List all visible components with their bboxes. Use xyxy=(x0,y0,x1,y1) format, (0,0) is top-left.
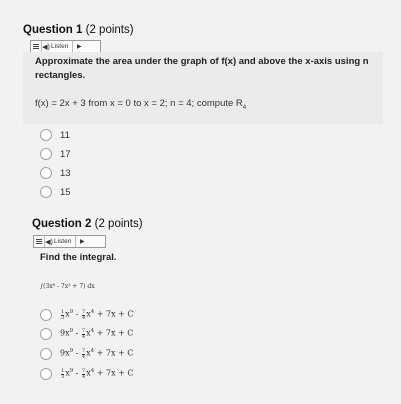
radio-button[interactable] xyxy=(40,167,52,179)
radio-button[interactable] xyxy=(40,368,52,380)
fraction: 13 xyxy=(61,367,65,380)
question-1-title: Question 1 (2 points) xyxy=(23,24,134,36)
fraction: 13 xyxy=(61,308,65,321)
answer-expression: 9x9 - 7 4 x4 + 7x + C xyxy=(60,327,134,340)
fraction: 74 xyxy=(81,327,86,340)
menu-icon[interactable] xyxy=(34,236,45,247)
play-icon[interactable]: ▶ xyxy=(72,41,85,52)
answer-expression: 9x9 - 7 4 x4 + 7x + C xyxy=(60,347,134,360)
listen-button-q2[interactable]: ◀) Listen ▶ xyxy=(33,235,106,248)
radio-button[interactable] xyxy=(40,186,52,198)
q2-option[interactable]: 9x9 - 7 4 x4 + 7x + C xyxy=(40,328,133,340)
radio-button[interactable] xyxy=(40,148,52,160)
fraction: 74 xyxy=(82,308,86,321)
question-1-prompt: Approximate the area under the graph of … xyxy=(35,56,369,81)
radio-button[interactable] xyxy=(40,309,52,321)
answer-expression: 1 3 x9 - 7 4 x4 + 7x + C xyxy=(61,367,134,380)
q2-option[interactable]: 9x9 - 7 4 x4 + 7x + C xyxy=(40,348,133,360)
q2-option[interactable]: 1 3 x9 - 7 4 x4 + 7x + C xyxy=(40,368,134,380)
radio-button[interactable] xyxy=(40,348,52,360)
integral-expression: ∫(3x⁸ - 7x³ + 7) dx xyxy=(40,283,95,290)
radio-button[interactable] xyxy=(40,328,52,340)
speaker-icon: ◀) xyxy=(45,238,53,246)
fraction: 74 xyxy=(81,347,86,360)
q2-option[interactable]: 1 3 x9 - 7 4 x4 + 7x + C xyxy=(40,309,134,321)
answer-expression: 1 3 x9 - 7 4 x4 + 7x + C xyxy=(61,308,134,321)
q1-option[interactable]: 11 xyxy=(40,129,70,141)
menu-icon[interactable] xyxy=(31,41,42,52)
speaker-icon: ◀) xyxy=(42,43,50,51)
fraction: 74 xyxy=(82,367,86,380)
q1-option[interactable]: 13 xyxy=(40,167,71,179)
question-2-prompt: Find the integral. xyxy=(40,252,117,263)
radio-button[interactable] xyxy=(40,129,52,141)
question-2-title: Question 2 (2 points) xyxy=(32,218,143,230)
question-1-function: f(x) = 2x + 3 from x = 0 to x = 2; n = 4… xyxy=(35,98,247,111)
q1-option[interactable]: 15 xyxy=(40,186,71,198)
play-icon[interactable]: ▶ xyxy=(75,236,88,247)
q1-option[interactable]: 17 xyxy=(40,148,71,160)
